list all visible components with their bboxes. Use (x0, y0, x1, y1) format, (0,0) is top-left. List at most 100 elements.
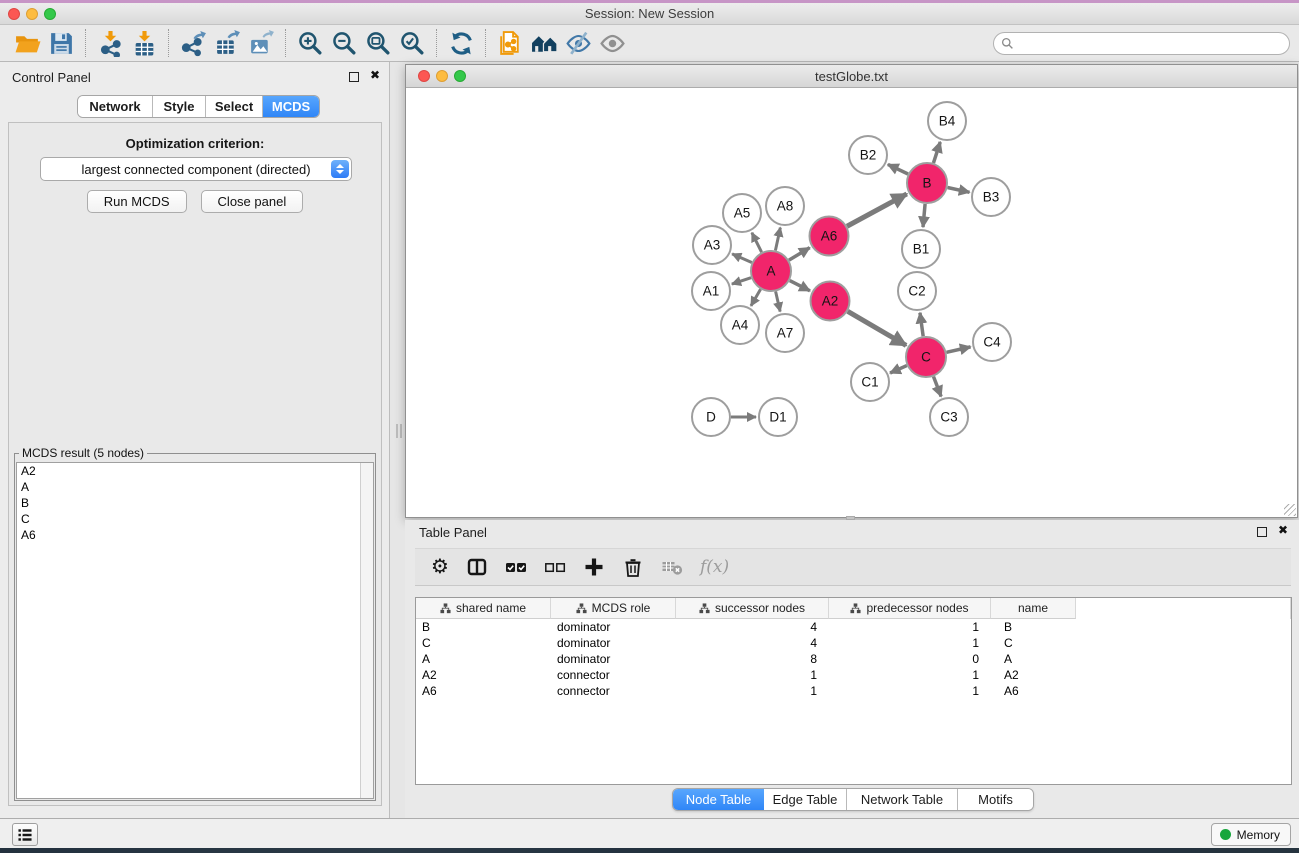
table-cell[interactable]: C (991, 636, 1076, 650)
vertical-splitter-handle[interactable] (396, 424, 402, 438)
graph-edge[interactable] (923, 204, 925, 227)
refresh-icon[interactable] (444, 28, 478, 58)
table-cell[interactable]: 4 (676, 636, 829, 650)
table-row[interactable]: Cdominator41C (416, 635, 1291, 651)
table-cell[interactable]: 1 (676, 668, 829, 682)
tab-node-table[interactable]: Node Table (673, 789, 764, 810)
table-row[interactable]: Adominator80A (416, 651, 1291, 667)
table-cell[interactable]: 1 (829, 620, 991, 634)
column-header[interactable]: successor nodes (676, 598, 829, 619)
tab-style[interactable]: Style (153, 96, 206, 117)
criterion-select[interactable]: largest connected component (directed) (40, 157, 352, 181)
zoom-fit-icon[interactable] (361, 28, 395, 58)
scrollbar-track[interactable] (360, 463, 373, 798)
graph-edge[interactable] (933, 142, 940, 163)
tab-select[interactable]: Select (206, 96, 263, 117)
network-canvas[interactable]: AA1A2A3A4A5A6A7A8BB1B2B3B4CC1C2C3C4DD1 (406, 88, 1297, 517)
open-file-icon[interactable] (10, 28, 44, 58)
float-panel-icon[interactable] (349, 72, 359, 82)
list-item[interactable]: B (17, 495, 373, 511)
table-row[interactable]: A6connector11A6 (416, 683, 1291, 699)
graph-edge[interactable] (890, 366, 907, 373)
table-cell[interactable]: 1 (829, 684, 991, 698)
graph-edge[interactable] (946, 347, 970, 352)
node-table[interactable]: shared nameMCDS rolesuccessor nodesprede… (415, 597, 1292, 785)
table-cell[interactable]: 1 (676, 684, 829, 698)
table-cell[interactable]: connector (551, 668, 676, 682)
select-all-icon[interactable] (505, 556, 527, 578)
deselect-all-icon[interactable] (544, 556, 566, 578)
add-column-icon[interactable] (583, 556, 605, 578)
list-item[interactable]: C (17, 511, 373, 527)
table-cell[interactable]: connector (551, 684, 676, 698)
run-mcds-button[interactable]: Run MCDS (87, 190, 187, 213)
home-view-icon[interactable] (527, 28, 561, 58)
table-cell[interactable]: B (416, 620, 551, 634)
graph-edge[interactable] (790, 281, 810, 291)
function-builder-icon[interactable]: f(x) (700, 557, 729, 577)
network-from-file-icon[interactable] (493, 28, 527, 58)
mcds-result-list[interactable]: A2ABCA6 (16, 462, 374, 799)
list-item[interactable]: A2 (17, 463, 373, 479)
import-table-icon[interactable] (127, 28, 161, 58)
gear-icon[interactable]: ⚙ (431, 557, 449, 577)
main-titlebar[interactable]: Session: New Session (0, 3, 1299, 25)
table-cell[interactable]: A6 (991, 684, 1076, 698)
zoom-selected-icon[interactable] (395, 28, 429, 58)
hide-view-icon[interactable] (561, 28, 595, 58)
tab-edge-table[interactable]: Edge Table (764, 789, 847, 810)
table-cell[interactable]: 1 (829, 668, 991, 682)
graph-edge[interactable] (775, 228, 780, 251)
table-row[interactable]: Bdominator41B (416, 619, 1291, 635)
close-panel-icon[interactable]: ✖ (370, 68, 380, 82)
graph-edge[interactable] (732, 254, 752, 263)
zoom-in-icon[interactable] (293, 28, 327, 58)
table-cell[interactable]: dominator (551, 636, 676, 650)
column-header[interactable]: name (991, 598, 1076, 619)
graph-edge[interactable] (776, 291, 781, 311)
graph-edge[interactable] (751, 289, 761, 306)
tab-network-table[interactable]: Network Table (847, 789, 958, 810)
table-cell[interactable]: 8 (676, 652, 829, 666)
graph-edge[interactable] (752, 233, 762, 253)
graph-edge[interactable] (948, 187, 970, 192)
column-header[interactable]: predecessor nodes (829, 598, 991, 619)
table-cell[interactable]: C (416, 636, 551, 650)
table-cell[interactable]: 1 (829, 636, 991, 650)
graph-edge[interactable] (789, 248, 810, 261)
table-cell[interactable]: A2 (416, 668, 551, 682)
graph-edge[interactable] (848, 311, 906, 345)
table-cell[interactable]: A (416, 652, 551, 666)
graph-edge[interactable] (847, 194, 907, 226)
graph-edge[interactable] (732, 278, 751, 284)
close-panel-button[interactable]: Close panel (201, 190, 304, 213)
zoom-out-icon[interactable] (327, 28, 361, 58)
table-cell[interactable]: A (991, 652, 1076, 666)
window-resize-grip[interactable] (1284, 504, 1296, 516)
delete-column-icon[interactable] (622, 556, 644, 578)
network-window-titlebar[interactable]: testGlobe.txt (406, 65, 1297, 88)
table-row[interactable]: A2connector11A2 (416, 667, 1291, 683)
tab-network[interactable]: Network (78, 96, 153, 117)
memory-button[interactable]: Memory (1211, 823, 1291, 846)
list-item[interactable]: A (17, 479, 373, 495)
graph-edge[interactable] (934, 377, 942, 397)
export-table-icon[interactable] (210, 28, 244, 58)
table-cell[interactable]: 0 (829, 652, 991, 666)
graph-edge[interactable] (920, 313, 923, 336)
show-view-icon[interactable] (595, 28, 629, 58)
delete-table-icon[interactable] (661, 556, 683, 578)
export-network-icon[interactable] (176, 28, 210, 58)
table-cell[interactable]: dominator (551, 620, 676, 634)
column-header[interactable]: shared name (416, 598, 551, 619)
list-item[interactable]: A6 (17, 527, 373, 543)
split-columns-icon[interactable] (466, 556, 488, 578)
tab-motifs[interactable]: Motifs (958, 789, 1033, 810)
float-panel-icon[interactable] (1257, 527, 1267, 537)
table-cell[interactable]: dominator (551, 652, 676, 666)
task-history-button[interactable] (12, 823, 38, 846)
export-image-icon[interactable] (244, 28, 278, 58)
import-network-icon[interactable] (93, 28, 127, 58)
table-cell[interactable]: 4 (676, 620, 829, 634)
column-header[interactable]: MCDS role (551, 598, 676, 619)
